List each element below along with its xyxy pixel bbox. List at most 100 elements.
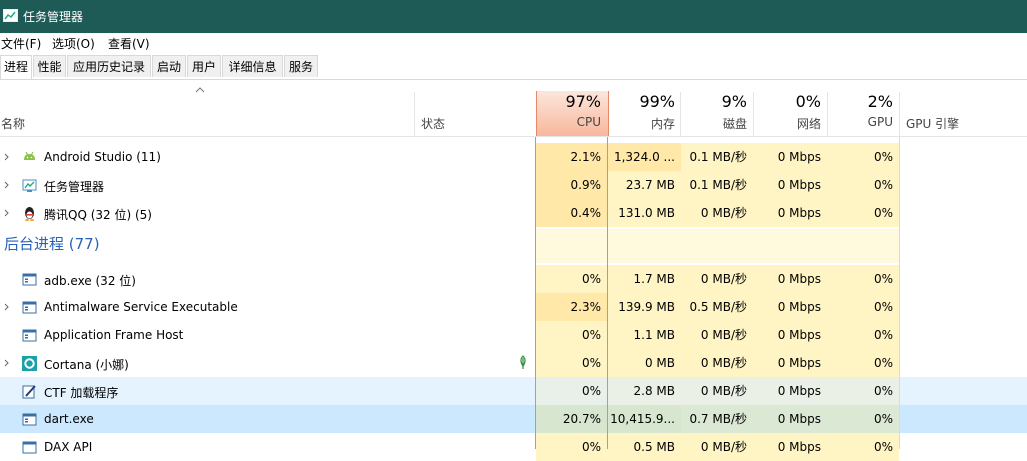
column-name[interactable]: 名称 — [1, 115, 25, 132]
column-disk[interactable]: 磁盘 — [681, 115, 747, 132]
title-bar: 任务管理器 — [0, 0, 1027, 33]
memory-value: 131.0 MB — [607, 199, 681, 227]
window-app-icon — [22, 301, 37, 314]
disk-value: 0.1 MB/秒 — [681, 143, 753, 171]
table-row[interactable]: 任务管理器 0.9% 23.7 MB 0.1 MB/秒 0 Mbps 0% — [0, 171, 1027, 199]
table-row[interactable]: 腾讯QQ (32 位) (5) 0.4% 131.0 MB 0 MB/秒 0 M… — [0, 199, 1027, 227]
cortana-icon — [22, 356, 37, 371]
network-value: 0 Mbps — [753, 293, 827, 321]
gpu-value: 0% — [827, 349, 899, 377]
table-row[interactable]: DAX API 0% 0.5 MB 0 MB/秒 0 Mbps 0% — [0, 433, 1027, 461]
group-header-background-processes[interactable]: 后台进程 (77) — [0, 229, 1027, 263]
cpu-value: 0% — [536, 321, 607, 349]
process-list: Android Studio (11) 2.1% 1,324.0 ... 0.1… — [0, 137, 1027, 461]
table-row[interactable]: Cortana (小娜) 0% 0 MB 0 MB/秒 0 Mbps 0% — [0, 349, 1027, 377]
process-name: 任务管理器 — [44, 180, 105, 194]
task-manager-icon — [22, 179, 37, 192]
tab-processes[interactable]: 进程 — [0, 55, 32, 79]
disk-value: 0 MB/秒 — [681, 265, 753, 293]
ctf-pen-icon — [22, 385, 36, 399]
tab-users[interactable]: 用户 — [187, 55, 221, 77]
network-value: 0 Mbps — [753, 405, 827, 433]
cpu-total-percent: 97% — [565, 92, 601, 111]
network-value: 0 Mbps — [753, 377, 827, 405]
disk-value: 0 MB/秒 — [681, 377, 753, 405]
chevron-right-icon[interactable] — [4, 303, 9, 311]
chevron-right-icon[interactable] — [4, 209, 9, 217]
tab-startup[interactable]: 启动 — [152, 55, 186, 77]
menu-options[interactable]: 选项(O) — [52, 35, 95, 52]
menu-bar: 文件(F) 选项(O) 查看(V) — [0, 33, 1027, 53]
process-name: Application Frame Host — [44, 328, 184, 342]
table-row[interactable]: Android Studio (11) 2.1% 1,324.0 ... 0.1… — [0, 143, 1027, 171]
column-gpu[interactable]: GPU — [827, 115, 893, 129]
gpu-value: 0% — [827, 321, 899, 349]
column-gpu-engine[interactable]: GPU 引擎 — [906, 115, 959, 132]
tab-strip: 进程 性能 应用历史记录 启动 用户 详细信息 服务 — [0, 55, 1027, 80]
memory-value: 10,415.9... — [607, 405, 681, 433]
table-row[interactable]: dart.exe 20.7% 10,415.9... 0.7 MB/秒 0 Mb… — [0, 405, 1027, 433]
cpu-value: 2.3% — [536, 293, 607, 321]
gpu-value: 0% — [827, 143, 899, 171]
cpu-value: 20.7% — [536, 405, 607, 433]
sort-ascending-icon[interactable] — [195, 87, 205, 93]
table-row[interactable]: adb.exe (32 位) 0% 1.7 MB 0 MB/秒 0 Mbps 0… — [0, 265, 1027, 293]
chevron-right-icon[interactable] — [4, 181, 9, 189]
gpu-value: 0% — [827, 171, 899, 199]
group-mem-cell — [607, 229, 681, 263]
android-icon — [24, 151, 35, 160]
tab-services[interactable]: 服务 — [284, 55, 318, 77]
group-label: 后台进程 (77) — [4, 235, 100, 253]
gpu-value: 0% — [827, 405, 899, 433]
table-row[interactable]: Application Frame Host 0% 1.1 MB 0 MB/秒 … — [0, 321, 1027, 349]
menu-view[interactable]: 查看(V) — [108, 35, 150, 52]
group-disk-cell — [681, 229, 753, 263]
process-name: Cortana (小娜) — [44, 358, 129, 372]
window-app-icon — [22, 413, 37, 426]
column-cpu[interactable]: CPU — [536, 115, 601, 129]
chevron-right-icon[interactable] — [4, 359, 9, 367]
cpu-value: 0.9% — [536, 171, 607, 199]
network-total-percent: 0% — [795, 92, 821, 111]
group-gpu-cell — [827, 229, 899, 263]
tab-app-history[interactable]: 应用历史记录 — [67, 55, 151, 77]
chevron-right-icon[interactable] — [4, 153, 9, 161]
memory-value: 139.9 MB — [607, 293, 681, 321]
network-value: 0 Mbps — [753, 171, 827, 199]
table-row[interactable]: CTF 加载程序 0% 2.8 MB 0 MB/秒 0 Mbps 0% — [0, 377, 1027, 405]
gpu-value: 0% — [827, 199, 899, 227]
task-manager-icon — [3, 9, 18, 22]
process-name: adb.exe (32 位) — [44, 274, 136, 288]
gpu-total-percent: 2% — [867, 92, 893, 111]
network-value: 0 Mbps — [753, 321, 827, 349]
disk-value: 0 MB/秒 — [681, 321, 753, 349]
column-divider[interactable] — [899, 92, 900, 136]
cpu-value: 2.1% — [536, 143, 607, 171]
menu-file[interactable]: 文件(F) — [1, 35, 41, 52]
column-network[interactable]: 网络 — [753, 115, 821, 132]
tab-details[interactable]: 详细信息 — [222, 55, 283, 77]
suspended-leaf-icon — [520, 355, 526, 369]
cpu-value: 0.4% — [536, 199, 607, 227]
process-name: Android Studio (11) — [44, 150, 161, 164]
memory-value: 1.7 MB — [607, 265, 681, 293]
memory-value: 0.5 MB — [607, 433, 681, 461]
column-memory[interactable]: 内存 — [607, 115, 675, 132]
window-app-icon — [22, 441, 37, 454]
tab-performance[interactable]: 性能 — [33, 55, 66, 77]
process-name: Antimalware Service Executable — [44, 300, 238, 314]
memory-value: 0 MB — [607, 349, 681, 377]
memory-value: 1.1 MB — [607, 321, 681, 349]
disk-value: 0.5 MB/秒 — [681, 293, 753, 321]
window-title: 任务管理器 — [23, 10, 84, 24]
disk-value: 0.1 MB/秒 — [681, 171, 753, 199]
table-row[interactable]: Antimalware Service Executable 2.3% 139.… — [0, 293, 1027, 321]
process-name: dart.exe — [44, 412, 94, 426]
column-status[interactable]: 状态 — [421, 115, 445, 132]
gpu-value: 0% — [827, 433, 899, 461]
group-cpu-cell — [536, 229, 607, 263]
group-net-cell — [753, 229, 827, 263]
column-divider[interactable] — [414, 92, 415, 136]
memory-value: 1,324.0 ... — [607, 143, 681, 171]
disk-value: 0 MB/秒 — [681, 199, 753, 227]
